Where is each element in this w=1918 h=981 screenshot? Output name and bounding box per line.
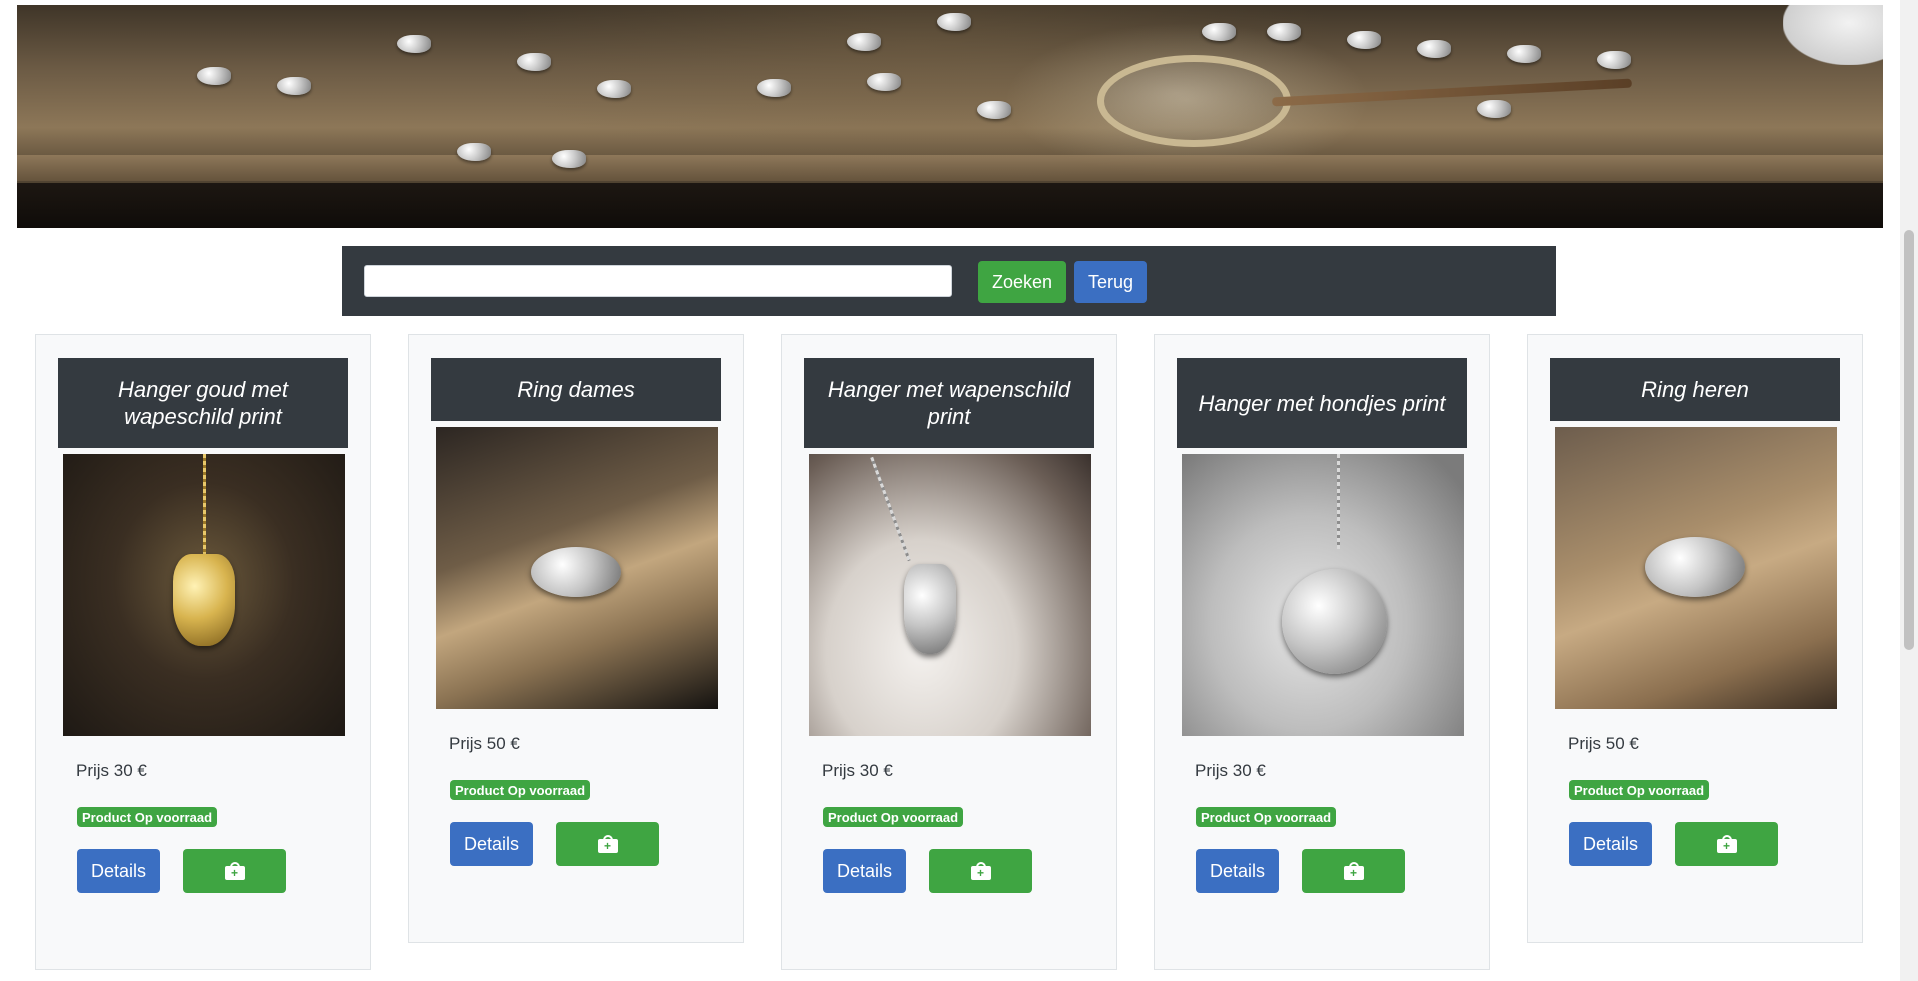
product-image[interactable] xyxy=(809,454,1091,736)
product-image[interactable] xyxy=(436,427,718,709)
product-card: Ring dames Prijs 50 € Product Op voorraa… xyxy=(408,334,744,943)
silver-nugget xyxy=(977,101,1011,119)
details-button[interactable]: Details xyxy=(1569,822,1652,866)
silver-nugget xyxy=(1202,23,1236,41)
shopping-bag-plus-icon: + xyxy=(597,835,618,853)
magnifier-handle xyxy=(1272,78,1632,107)
add-to-cart-button[interactable]: + xyxy=(929,849,1032,893)
search-button[interactable]: Zoeken xyxy=(978,261,1066,303)
add-to-cart-button[interactable]: + xyxy=(183,849,286,893)
magnifier-lens xyxy=(1097,55,1291,147)
details-button[interactable]: Details xyxy=(450,822,533,866)
silver-nugget xyxy=(517,53,551,71)
scrollbar-thumb[interactable] xyxy=(1904,230,1914,650)
silver-nugget xyxy=(457,143,491,161)
shopping-bag-plus-icon: + xyxy=(970,862,991,880)
silver-nugget xyxy=(1507,45,1541,63)
ring xyxy=(1645,537,1745,597)
ring xyxy=(531,547,621,597)
silver-nugget xyxy=(1417,40,1451,58)
stock-badge: Product Op voorraad xyxy=(1569,780,1710,800)
chain xyxy=(203,454,206,564)
stock-badge: Product Op voorraad xyxy=(77,807,218,827)
silver-nugget xyxy=(1477,100,1511,118)
details-button[interactable]: Details xyxy=(823,849,906,893)
silver-nugget xyxy=(1267,23,1301,41)
product-image[interactable] xyxy=(1555,427,1837,709)
pendant xyxy=(904,564,956,654)
shopping-bag-plus-icon: + xyxy=(1716,835,1737,853)
product-title: Ring dames xyxy=(431,358,721,421)
silver-nugget xyxy=(867,73,901,91)
add-to-cart-button[interactable]: + xyxy=(1302,849,1405,893)
search-input[interactable] xyxy=(364,265,952,297)
product-price: Prijs 30 € xyxy=(822,761,893,780)
silver-nugget xyxy=(847,33,881,51)
product-card: Hanger goud met wapeschild print Prijs 3… xyxy=(35,334,371,970)
product-price: Prijs 50 € xyxy=(1568,734,1639,753)
chain xyxy=(1337,454,1340,549)
silver-nugget xyxy=(1347,31,1381,49)
workbench-plank xyxy=(17,155,1883,181)
product-image[interactable] xyxy=(1182,454,1464,736)
product-card: Hanger met hondjes print Prijs 30 € Prod… xyxy=(1154,334,1490,970)
fur-detail xyxy=(1783,5,1883,65)
shopping-bag-plus-icon: + xyxy=(1343,862,1364,880)
details-button[interactable]: Details xyxy=(77,849,160,893)
product-price: Prijs 30 € xyxy=(1195,761,1266,780)
silver-nugget xyxy=(277,77,311,95)
product-image[interactable] xyxy=(63,454,345,736)
silver-nugget xyxy=(937,13,971,31)
stock-badge: Product Op voorraad xyxy=(450,780,591,800)
product-card: Hanger met wapenschild print Prijs 30 € … xyxy=(781,334,1117,970)
product-title: Ring heren xyxy=(1550,358,1840,421)
add-to-cart-button[interactable]: + xyxy=(556,822,659,866)
stock-badge: Product Op voorraad xyxy=(1196,807,1337,827)
silver-nugget xyxy=(397,35,431,53)
hero-banner-image xyxy=(17,5,1883,228)
silver-nugget xyxy=(552,150,586,168)
product-title: Hanger met hondjes print xyxy=(1177,358,1467,448)
product-title: Hanger met wapenschild print xyxy=(804,358,1094,448)
silver-nugget xyxy=(597,80,631,98)
product-price: Prijs 50 € xyxy=(449,734,520,753)
product-card: Ring heren Prijs 50 € Product Op voorraa… xyxy=(1527,334,1863,943)
pendant xyxy=(1282,569,1387,674)
silver-nugget xyxy=(197,67,231,85)
stock-badge: Product Op voorraad xyxy=(823,807,964,827)
silver-nugget xyxy=(757,79,791,97)
search-bar: Zoeken Terug xyxy=(342,246,1556,316)
product-title: Hanger goud met wapeschild print xyxy=(58,358,348,448)
details-button[interactable]: Details xyxy=(1196,849,1279,893)
pendant xyxy=(173,554,235,646)
page-scrollbar[interactable] xyxy=(1900,0,1918,981)
back-button[interactable]: Terug xyxy=(1074,261,1147,303)
chain xyxy=(870,456,911,562)
shopping-bag-plus-icon: + xyxy=(224,862,245,880)
add-to-cart-button[interactable]: + xyxy=(1675,822,1778,866)
silver-nugget xyxy=(1597,51,1631,69)
workbench-shadow xyxy=(17,183,1883,228)
product-price: Prijs 30 € xyxy=(76,761,147,780)
